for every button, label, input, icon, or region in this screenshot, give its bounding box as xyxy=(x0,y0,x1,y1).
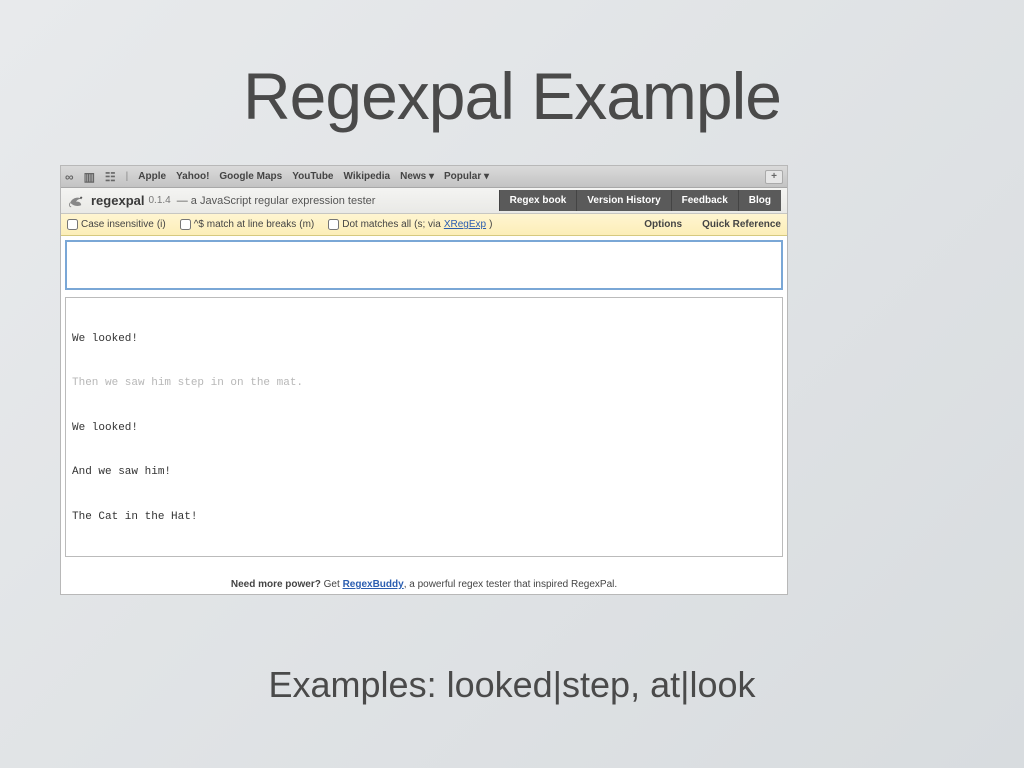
divider: | xyxy=(126,171,129,182)
regex-input[interactable] xyxy=(65,240,783,290)
regexbuddy-link[interactable]: RegexBuddy xyxy=(343,579,404,590)
footer-lead: Need more power? xyxy=(231,579,321,590)
tab-regex-book[interactable]: Regex book xyxy=(499,190,577,211)
tagline: — a JavaScript regular expression tester xyxy=(177,195,376,207)
regexpal-header: regexpal 0.1.4 — a JavaScript regular ex… xyxy=(61,188,787,214)
option-flag-suffix: ) xyxy=(489,219,492,230)
option-flag: (s; via xyxy=(414,219,441,230)
glasses-icon: ∞ xyxy=(65,170,74,184)
browser-bookmarks-bar: ∞ ▥ ☷ | Apple Yahoo! Google Maps YouTube… xyxy=(61,166,787,188)
checkbox-match-linebreaks[interactable] xyxy=(180,219,191,230)
brand-name: regexpal xyxy=(91,193,144,208)
bookmark-googlemaps[interactable]: Google Maps xyxy=(219,171,282,182)
bookmarks-icon: ▥ xyxy=(84,170,95,184)
test-line: We looked! xyxy=(72,332,776,347)
checkbox-case-insensitive[interactable] xyxy=(67,219,78,230)
tab-feedback[interactable]: Feedback xyxy=(671,190,738,211)
checkbox-dot-matches-all[interactable] xyxy=(328,219,339,230)
version-label: 0.1.4 xyxy=(148,195,170,206)
bookmark-wikipedia[interactable]: Wikipedia xyxy=(344,171,391,182)
grid-icon: ☷ xyxy=(105,170,116,184)
option-match-linebreaks[interactable]: ^$ match at line breaks (m) xyxy=(180,219,315,230)
quick-reference-link[interactable]: Quick Reference xyxy=(702,219,781,230)
test-line: The Cat in the Hat! xyxy=(72,510,776,525)
chameleon-logo-icon xyxy=(67,191,87,211)
option-label: Dot matches all xyxy=(342,219,411,230)
test-line: We looked! xyxy=(72,421,776,436)
test-line: Then we saw him step in on the mat. xyxy=(72,376,776,391)
bookmark-popular[interactable]: Popular ▾ xyxy=(444,171,489,182)
bookmark-yahoo[interactable]: Yahoo! xyxy=(176,171,209,182)
tab-version-history[interactable]: Version History xyxy=(576,190,670,211)
option-label: ^$ match at line breaks xyxy=(194,219,297,230)
footer-mid: Get xyxy=(321,579,343,590)
tab-blog[interactable]: Blog xyxy=(738,190,781,211)
bookmark-news[interactable]: News ▾ xyxy=(400,171,434,182)
bookmark-youtube[interactable]: YouTube xyxy=(292,171,333,182)
xregexp-link[interactable]: XRegExp xyxy=(444,219,486,230)
app-window: ∞ ▥ ☷ | Apple Yahoo! Google Maps YouTube… xyxy=(60,165,788,595)
option-dot-matches-all[interactable]: Dot matches all (s; via XRegExp) xyxy=(328,219,492,230)
slide-caption: Examples: looked|step, at|look xyxy=(0,664,1024,706)
header-tabs: Regex book Version History Feedback Blog xyxy=(499,190,781,211)
option-case-insensitive[interactable]: Case insensitive (i) xyxy=(67,219,166,230)
option-flag: (m) xyxy=(299,219,314,230)
new-tab-button[interactable]: + xyxy=(765,170,783,184)
test-line: And we saw him! xyxy=(72,465,776,480)
test-text-area[interactable]: We looked! Then we saw him step in on th… xyxy=(65,297,783,557)
options-link[interactable]: Options xyxy=(644,219,682,230)
footer-tail: , a powerful regex tester that inspired … xyxy=(404,579,617,590)
option-flag: (i) xyxy=(157,219,166,230)
options-bar: Case insensitive (i) ^$ match at line br… xyxy=(61,214,787,236)
option-label: Case insensitive xyxy=(81,219,154,230)
slide-title: Regexpal Example xyxy=(0,0,1024,134)
footer-promo: Need more power? Get RegexBuddy, a power… xyxy=(61,579,787,590)
bookmark-apple[interactable]: Apple xyxy=(138,171,166,182)
